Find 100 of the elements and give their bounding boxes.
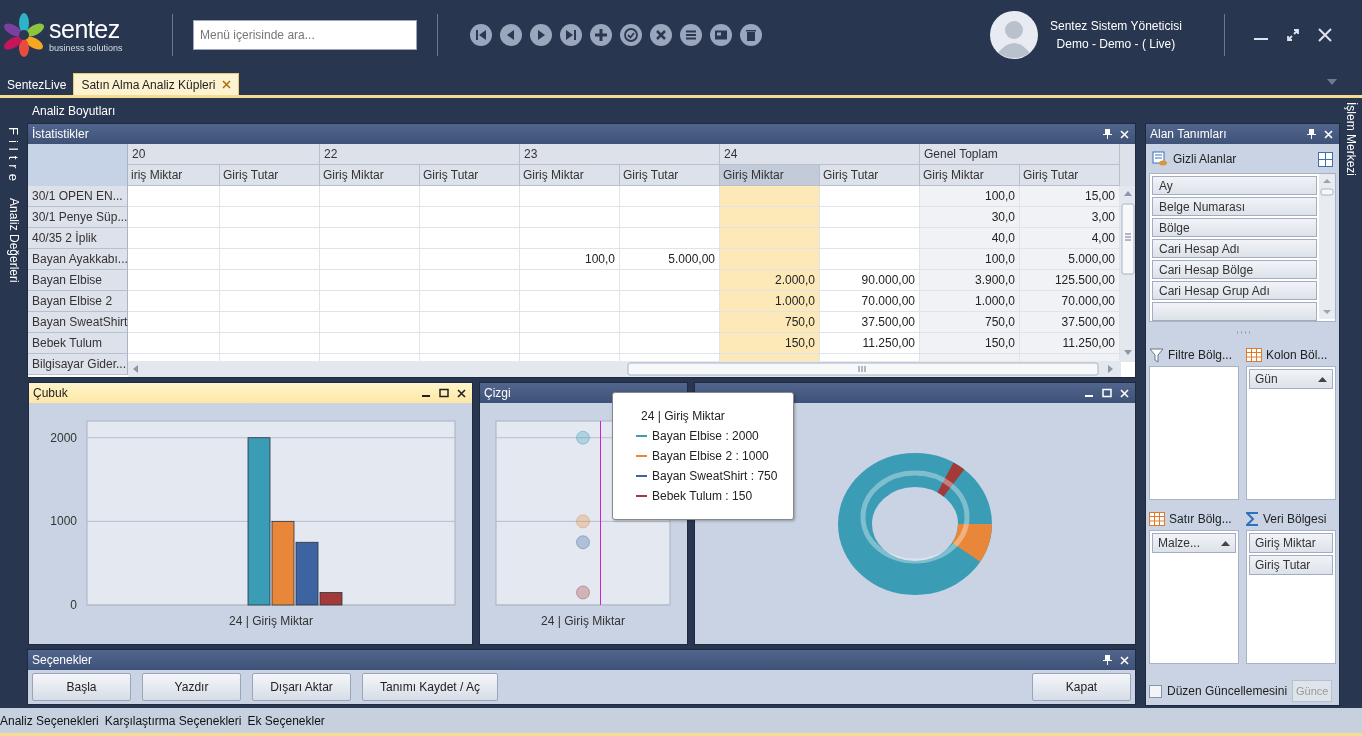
column-header[interactable]: Giriş Tutar xyxy=(820,165,920,186)
column-header[interactable]: iriş Miktar xyxy=(128,165,220,186)
pin-icon[interactable] xyxy=(1307,129,1316,139)
table-cell: 100,0 xyxy=(920,186,1020,207)
sort-ascending-icon[interactable] xyxy=(1221,540,1230,546)
row-header[interactable]: 40/35 2 İplik xyxy=(28,228,128,249)
table-cell: 15,00 xyxy=(1020,186,1120,207)
table-cell: 30,0 xyxy=(920,207,1020,228)
area-field-item[interactable]: Malze... xyxy=(1152,533,1236,553)
action-button[interactable]: Yazdır xyxy=(142,673,241,701)
tooltip-entry: Bayan SweatShirt : 750 xyxy=(652,469,778,483)
dimensions-label: Analiz Boyutları xyxy=(32,104,116,118)
column-header[interactable]: Giriş Tutar xyxy=(420,165,520,186)
drop-area[interactable]: Malze... xyxy=(1149,530,1239,664)
menu-search-field[interactable]: Menü içerisinde ara... xyxy=(193,20,417,50)
row-header[interactable]: Bilgisayar Gider... xyxy=(28,354,128,375)
document-tab[interactable]: Satın Alma Analiz Küpleri xyxy=(73,73,240,95)
previous-icon[interactable] xyxy=(500,24,522,46)
header-filler xyxy=(1120,144,1135,186)
field-item[interactable]: Belge Numarası xyxy=(1152,197,1317,216)
card-icon[interactable] xyxy=(710,24,732,46)
checkbox-label: Düzen Güncellemesini xyxy=(1167,684,1288,698)
layout-grid-icon[interactable] xyxy=(1318,151,1333,167)
checkbox[interactable] xyxy=(1149,684,1162,698)
area-field-item[interactable]: Giriş Tutar xyxy=(1249,555,1333,575)
tooltip-entry: Bayan Elbise : 2000 xyxy=(652,429,759,443)
area-field-item[interactable]: Gün xyxy=(1249,369,1333,389)
action-button[interactable]: Dışarı Aktar xyxy=(252,673,351,701)
list-icon[interactable] xyxy=(680,24,702,46)
maximize-icon[interactable] xyxy=(439,388,449,398)
column-group-header[interactable]: Genel Toplam xyxy=(920,144,1120,165)
side-panel-tab[interactable]: Analiz Değerleri xyxy=(6,197,21,283)
column-group-header[interactable]: 24 xyxy=(720,144,920,165)
column-group-header[interactable]: 23 xyxy=(520,144,720,165)
field-item[interactable]: Bölge xyxy=(1152,218,1317,237)
row-header[interactable]: 30/1 OPEN EN... xyxy=(28,186,128,207)
table-cell: 5.000,00 xyxy=(1020,249,1120,270)
data-point xyxy=(576,535,590,550)
maximize-icon[interactable] xyxy=(1285,27,1301,43)
skip-first-icon[interactable] xyxy=(470,24,492,46)
column-header[interactable]: Giriş Tutar xyxy=(1020,165,1120,186)
side-panel-tab[interactable]: İşlem Merkezi xyxy=(1344,102,1358,708)
close-icon[interactable] xyxy=(457,388,466,398)
row-header[interactable]: Bebek Tulum xyxy=(28,333,128,354)
skip-last-icon[interactable] xyxy=(560,24,582,46)
field-item[interactable]: Cari Hesap Adı xyxy=(1152,239,1317,258)
row-header[interactable]: Bayan SweatShirt xyxy=(28,312,128,333)
play-icon[interactable] xyxy=(530,24,552,46)
column-header[interactable]: Giriş Tutar xyxy=(620,165,720,186)
document-tab[interactable]: SentezLive xyxy=(0,74,74,95)
action-button[interactable]: Tanımı Kaydet / Aç xyxy=(362,673,498,701)
table-icon xyxy=(1149,512,1165,526)
axis-tick-label: 2000 xyxy=(50,430,77,445)
row-header[interactable]: Bayan Elbise 2 xyxy=(28,291,128,312)
column-header[interactable]: Giriş Miktar xyxy=(720,165,820,186)
pin-icon[interactable] xyxy=(1103,129,1112,139)
sort-ascending-icon[interactable] xyxy=(1318,376,1327,382)
field-item[interactable]: Cari Hesap Bölge xyxy=(1152,260,1317,279)
vertical-scrollbar[interactable] xyxy=(1120,186,1135,362)
row-header[interactable]: Bayan Elbise xyxy=(28,270,128,291)
table-cell: 1.000,0 xyxy=(920,291,1020,312)
drop-area[interactable]: Giriş Miktar Giriş Tutar xyxy=(1246,530,1336,664)
side-panel-tab[interactable]: Filtre xyxy=(6,127,21,186)
column-header[interactable]: Giriş Miktar xyxy=(920,165,1020,186)
table-cell: 1.000,0 xyxy=(720,291,820,312)
data-point xyxy=(576,585,590,600)
bottom-tab[interactable]: Karşılaştırma Seçenekleri xyxy=(104,713,242,728)
tooltip-entry: Bebek Tulum : 150 xyxy=(652,489,753,503)
bottom-tab[interactable]: Analiz Seçenekleri xyxy=(0,713,99,728)
column-header[interactable]: Giriş Miktar xyxy=(520,165,620,186)
column-header[interactable]: Giriş Tutar xyxy=(220,165,320,186)
pin-icon[interactable] xyxy=(1103,655,1112,665)
panel-title: Seçenekler xyxy=(32,653,93,667)
logo-wordmark: sentez xyxy=(49,17,121,42)
field-item[interactable] xyxy=(1152,302,1317,321)
tooltip-entry: Bayan Elbise 2 : 1000 xyxy=(652,449,769,463)
column-header[interactable]: Giriş Miktar xyxy=(320,165,420,186)
field-item[interactable]: Ay xyxy=(1152,176,1317,195)
row-header[interactable]: 30/1 Penye Süp... xyxy=(28,207,128,228)
trash-icon[interactable] xyxy=(740,24,762,46)
check-icon[interactable] xyxy=(620,24,642,46)
bottom-tab[interactable]: Ek Seçenekler xyxy=(247,713,325,728)
area-field-item[interactable]: Giriş Miktar xyxy=(1249,533,1333,553)
add-icon[interactable] xyxy=(590,24,612,46)
dropdown-caret-icon[interactable] xyxy=(1327,79,1337,85)
table-cell: 125.500,00 xyxy=(1020,270,1120,291)
vertical-scrollbar[interactable] xyxy=(1319,174,1335,319)
horizontal-scrollbar[interactable] xyxy=(128,361,1121,377)
action-button[interactable]: Başla xyxy=(32,673,131,701)
axis-tick-label: 0 xyxy=(70,598,77,612)
row-header[interactable]: Bayan Ayakkabı... xyxy=(28,249,128,270)
panel-title: İstatistikler xyxy=(32,127,89,141)
column-group-header[interactable]: 20 xyxy=(128,144,320,165)
close-button[interactable]: Kapat xyxy=(1032,673,1131,701)
column-group-header[interactable]: 22 xyxy=(320,144,520,165)
field-item[interactable]: Cari Hesap Grup Adı xyxy=(1152,281,1317,300)
table-cell: 100,0 xyxy=(520,249,620,270)
axis-category-label: 24 | Giriş Miktar xyxy=(229,614,313,628)
data-point xyxy=(576,514,590,529)
drop-area[interactable]: Gün xyxy=(1246,366,1336,500)
